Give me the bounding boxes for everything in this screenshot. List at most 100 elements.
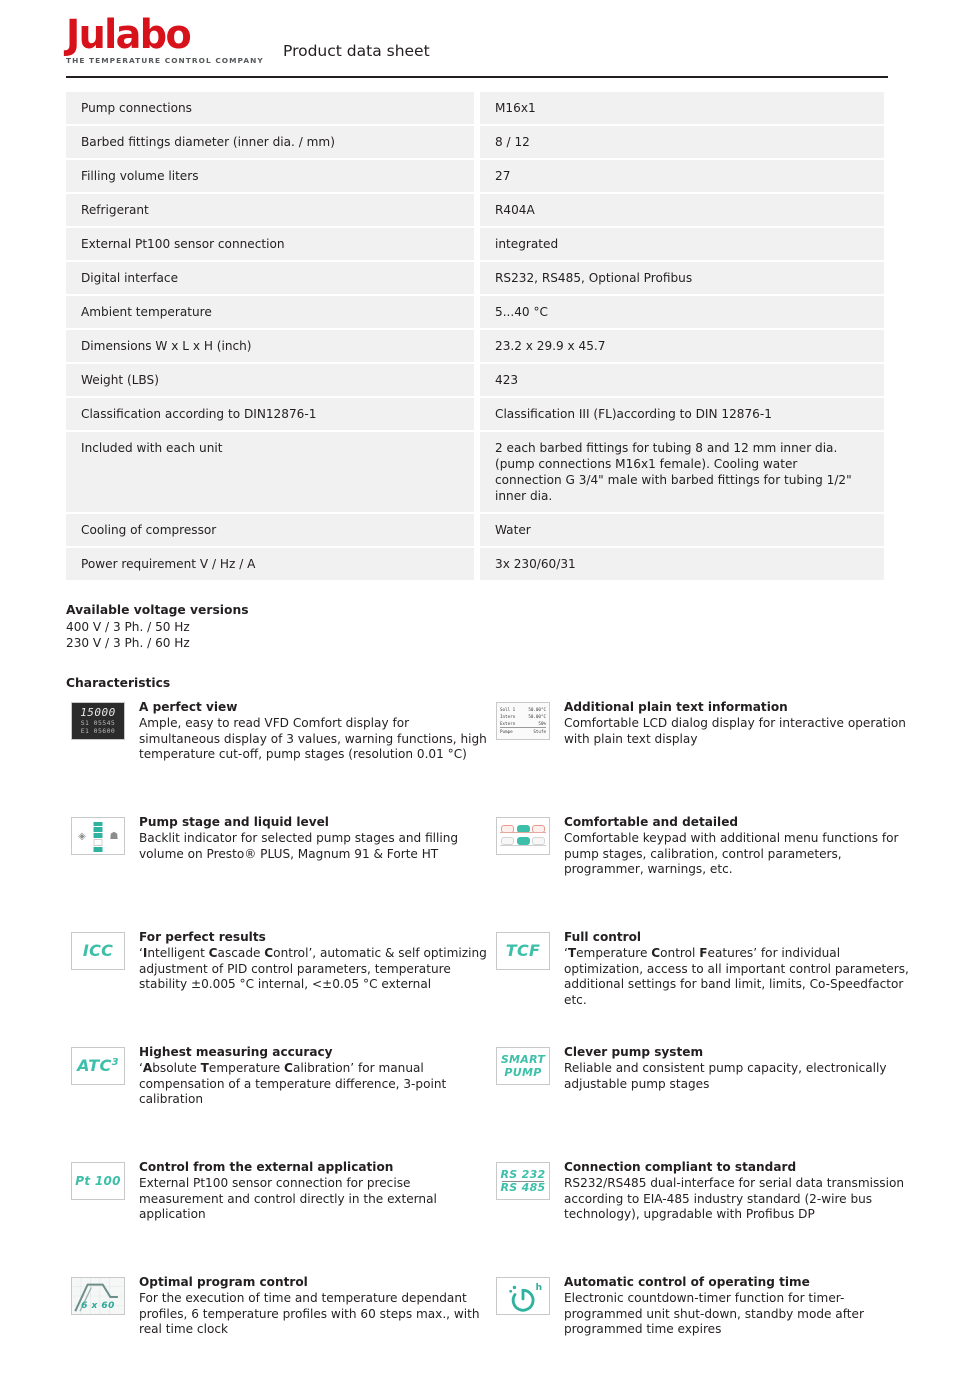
characteristic-description: Comfortable keypad with additional menu …	[564, 831, 899, 877]
table-row: Filling volume liters 27	[66, 160, 884, 192]
voltage-versions-section: Available voltage versions 400 V / 3 Ph.…	[66, 602, 954, 652]
spec-value: RS232, RS485, Optional Profibus	[480, 262, 884, 294]
characteristics-heading: Characteristics	[66, 675, 171, 690]
characteristics-grid: 15000 S1 05545 E1 05600 A perfect view Ample…	[66, 700, 909, 1390]
characteristic-text: For perfect results ‘Intelligent Cascade …	[139, 930, 491, 993]
logo-tagline: THE TEMPERATURE CONTROL COMPANY	[66, 56, 264, 65]
tcf-logo-icon: TCF	[496, 931, 550, 970]
characteristic-text: Additional plain text information Comfort…	[564, 700, 916, 748]
characteristic-title: Clever pump system	[564, 1044, 704, 1059]
spec-value: 8 / 12	[480, 126, 884, 158]
characteristic-title: Full control	[564, 929, 642, 944]
spec-value: 2 each barbed fittings for tubing 8 and …	[480, 432, 884, 512]
table-row: Dimensions W x L x H (inch) 23.2 x 29.9 x…	[66, 330, 884, 362]
lcd-plain-text-icon: Soll 1 50.00°C Intern 50.00°C Extern 50% Pumpe…	[496, 701, 550, 740]
voltage-version-line-1: 400 V / 3 Ph. / 50 Hz	[66, 619, 190, 634]
characteristic-text: Full control ‘Temperature Control Feature…	[564, 930, 916, 1009]
characteristic-item: 15000 S1 05545 E1 05600 A perfect view Ample…	[66, 700, 491, 815]
characteristic-item: TCF Full control ‘Temperature Control Feat…	[491, 930, 916, 1045]
characteristic-title: Comfortable and detailed	[564, 814, 739, 829]
logo-wordmark: Julabo	[66, 12, 192, 58]
vfd-display-icon: 15000 S1 05545 E1 05600	[71, 701, 125, 740]
spec-label: Pump connections	[66, 92, 474, 124]
characteristic-description: ‘Intelligent Cascade Control’, automatic…	[139, 946, 487, 992]
keypad-icon	[496, 816, 550, 855]
characteristic-text: Comfortable and detailed Comfortable keyp…	[564, 815, 916, 878]
spec-label: Included with each unit	[66, 432, 474, 512]
spec-value: 27	[480, 160, 884, 192]
spec-label: Cooling of compressor	[66, 514, 474, 546]
characteristic-text: Clever pump system Reliable and consisten…	[564, 1045, 916, 1093]
table-row: Cooling of compressor Water	[66, 514, 884, 546]
table-row: Digital interface RS232, RS485, Optional …	[66, 262, 884, 294]
page-header: Julabo THE TEMPERATURE CONTROL COMPANY P…	[0, 0, 954, 78]
characteristic-description: Reliable and consistent pump capacity, e…	[564, 1061, 887, 1091]
spec-value: 23.2 x 29.9 x 45.7	[480, 330, 884, 362]
table-row: Weight (LBS) 423	[66, 364, 884, 396]
voltage-versions-heading: Available voltage versions	[66, 603, 249, 617]
countdown-timer-icon: h	[496, 1276, 550, 1315]
characteristic-title: A perfect view	[139, 699, 238, 714]
characteristic-item: ICC For perfect results ‘Intelligent Casca…	[66, 930, 491, 1045]
table-row: Refrigerant R404A	[66, 194, 884, 226]
pump-stage-level-icon: ◈ ☗	[71, 816, 125, 855]
spec-label: Filling volume liters	[66, 160, 474, 192]
characteristic-description: Electronic countdown-timer function for …	[564, 1291, 864, 1337]
spec-value: Classification III (FL)according to DIN …	[480, 398, 884, 430]
spec-value: 423	[480, 364, 884, 396]
spec-value: 3x 230/60/31	[480, 548, 884, 580]
spec-value: 5...40 °C	[480, 296, 884, 328]
spec-label: Classification according to DIN12876-1	[66, 398, 474, 430]
characteristic-item: RS 232 RS 485 Connection compliant to stan…	[491, 1160, 916, 1275]
characteristic-text: Control from the external application Ext…	[139, 1160, 491, 1223]
spec-label: Weight (LBS)	[66, 364, 474, 396]
characteristic-text: A perfect view Ample, easy to read VFD Co…	[139, 700, 491, 763]
spec-value: M16x1	[480, 92, 884, 124]
characteristic-description: For the execution of time and temperatur…	[139, 1291, 480, 1337]
characteristic-item: ATC3 Highest measuring accuracy ‘Absolute …	[66, 1045, 491, 1160]
spec-value: integrated	[480, 228, 884, 260]
table-row: Barbed fittings diameter (inner dia. / m…	[66, 126, 884, 158]
characteristic-item: Pt 100 Control from the external applicat…	[66, 1160, 491, 1275]
characteristic-title: For perfect results	[139, 929, 266, 944]
characteristic-title: Optimal program control	[139, 1274, 308, 1289]
pt100-logo-icon: Pt 100	[71, 1161, 125, 1200]
characteristic-title: Highest measuring accuracy	[139, 1044, 333, 1059]
spec-value: R404A	[480, 194, 884, 226]
spec-label: Power requirement V / Hz / A	[66, 548, 474, 580]
smart-pump-logo-icon: SMART PUMP	[496, 1046, 550, 1085]
characteristic-text: Optimal program control For the execution…	[139, 1275, 491, 1338]
characteristic-description: RS232/RS485 dual-interface for serial da…	[564, 1176, 905, 1222]
spec-label: Barbed fittings diameter (inner dia. / m…	[66, 126, 474, 158]
characteristic-title: Connection compliant to standard	[564, 1159, 797, 1174]
atc3-logo-icon: ATC3	[71, 1046, 125, 1085]
characteristic-title: Pump stage and liquid level	[139, 814, 329, 829]
characteristic-item: SMART PUMP Clever pump system Reliable and …	[491, 1045, 916, 1160]
page-title: Product data sheet	[283, 42, 430, 60]
characteristic-text: Automatic control of operating time Elect…	[564, 1275, 916, 1338]
characteristic-description: Ample, easy to read VFD Comfort display …	[139, 716, 487, 762]
specifications-table-body: Pump connections M16x1 Barbed fittings dia…	[66, 92, 884, 580]
table-row: External Pt100 sensor connection integrat…	[66, 228, 884, 260]
characteristic-text: Connection compliant to standard RS232/RS…	[564, 1160, 916, 1223]
table-row: Power requirement V / Hz / A 3x 230/60/31	[66, 548, 884, 580]
table-row: Ambient temperature 5...40 °C	[66, 296, 884, 328]
program-profile-icon: 6 x 60	[71, 1276, 125, 1315]
rs232-rs485-logo-icon: RS 232 RS 485	[496, 1161, 550, 1200]
table-row: Pump connections M16x1	[66, 92, 884, 124]
table-row: Included with each unit 2 each barbed fit…	[66, 432, 884, 512]
table-row: Classification according to DIN12876-1 Cl…	[66, 398, 884, 430]
characteristic-description: ‘Absolute Temperature Calibration’ for m…	[139, 1061, 447, 1107]
characteristic-description: Backlit indicator for selected pump stag…	[139, 831, 459, 861]
spec-label: Digital interface	[66, 262, 474, 294]
characteristic-item: h Automatic control of operating time Elec…	[491, 1275, 916, 1390]
julabo-logo: Julabo THE TEMPERATURE CONTROL COMPANY	[66, 15, 264, 65]
spec-label: Dimensions W x L x H (inch)	[66, 330, 474, 362]
icc-logo-icon: ICC	[71, 931, 125, 970]
voltage-version-line-2: 230 V / 3 Ph. / 60 Hz	[66, 636, 190, 650]
spec-label: Refrigerant	[66, 194, 474, 226]
characteristic-description: External Pt100 sensor connection for pre…	[139, 1176, 437, 1222]
characteristic-item: 6 x 60 Optimal program control For the exe…	[66, 1275, 491, 1390]
spec-value: Water	[480, 514, 884, 546]
characteristic-item: Comfortable and detailed Comfortable keyp…	[491, 815, 916, 930]
